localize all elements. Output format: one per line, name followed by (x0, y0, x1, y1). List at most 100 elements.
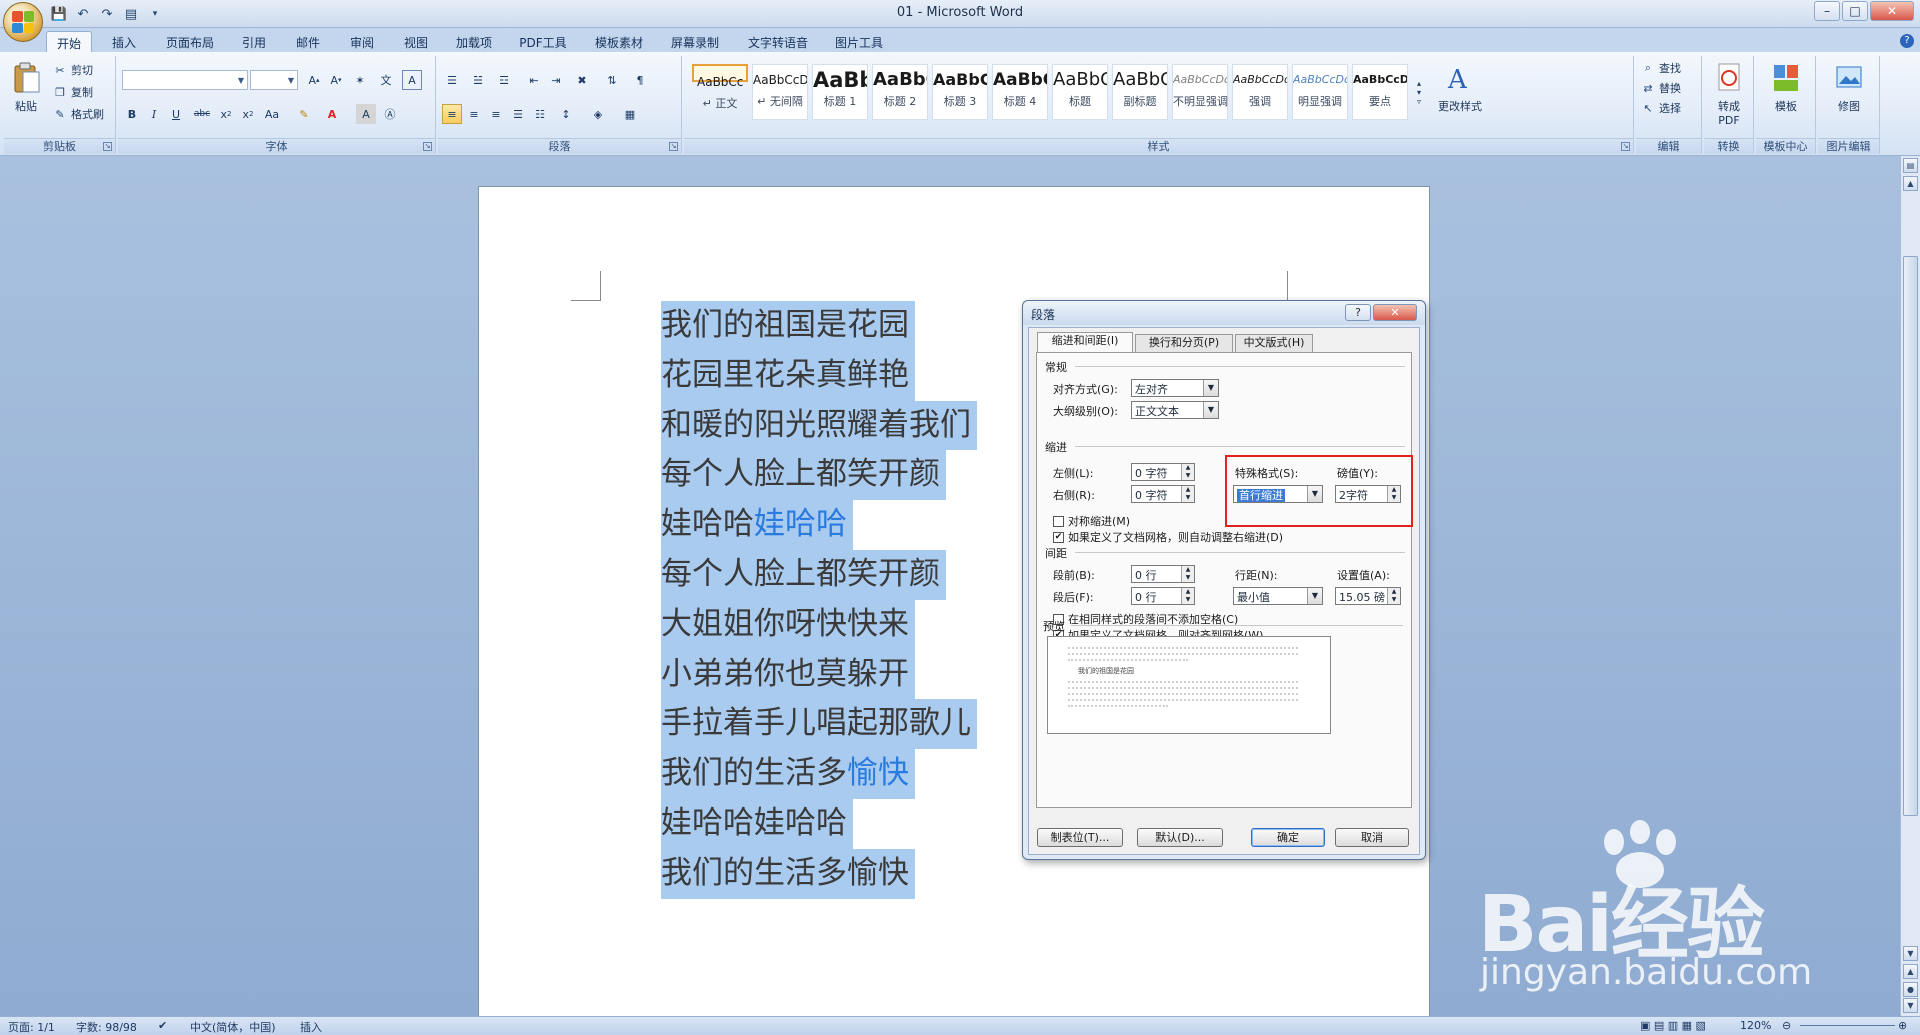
shading-icon[interactable]: ◈ (588, 104, 608, 124)
style-heading-4[interactable]: AaBbC 标题 4 (992, 64, 1048, 120)
style-intense-emphasis[interactable]: AaBbCcDd 明显强调 (1292, 64, 1348, 120)
style-strong[interactable]: AaBbCcDd 要点 (1352, 64, 1408, 120)
text-line[interactable]: 每个人脸上都笑开颜 (661, 549, 977, 600)
zoom-level[interactable]: 120% (1740, 1019, 1771, 1032)
proofing-icon[interactable]: ✔ (158, 1019, 167, 1032)
style-subtle-emphasis[interactable]: AaBbCcDd 不明显强调 (1172, 64, 1228, 120)
maximize-button[interactable]: □ (1842, 1, 1868, 21)
align-center-icon[interactable]: ≡ (464, 104, 484, 124)
cancel-button[interactable]: 取消 (1335, 828, 1409, 847)
superscript-icon[interactable]: x2 (238, 104, 258, 124)
ok-button[interactable]: 确定 (1251, 828, 1325, 847)
page-count[interactable]: 页面: 1/1 (8, 1019, 55, 1035)
office-button[interactable] (3, 2, 43, 42)
help-icon[interactable]: ? (1900, 34, 1914, 48)
line-spacing-select[interactable]: 最小值 ▼ (1233, 587, 1323, 605)
cut-button[interactable]: ✂ 剪切 (52, 62, 93, 78)
change-styles-button[interactable]: A 更改样式 (1430, 60, 1490, 136)
change-case-icon[interactable]: Aa (262, 104, 282, 124)
text-line[interactable]: 和暖的阳光照耀着我们 (661, 400, 977, 451)
grow-font-icon[interactable]: A ▴ (304, 70, 324, 90)
insert-mode[interactable]: 插入 (300, 1019, 322, 1035)
outline-level-select[interactable]: 正文文本 ▼ (1131, 401, 1219, 419)
bullets-icon[interactable]: ☰ (442, 70, 462, 90)
convert-pdf-button[interactable]: 转成PDF (1704, 60, 1754, 136)
text-line[interactable]: 小弟弟你也莫躲开 (661, 649, 977, 700)
tab-line-page-breaks[interactable]: 换行和分页(P) (1135, 334, 1233, 352)
document-body[interactable]: 我们的祖国是花园 花园里花朵真鲜艳 和暖的阳光照耀着我们 每个人脸上都笑开颜 娃… (661, 301, 977, 899)
tabs-button[interactable]: 制表位(T)... (1037, 828, 1123, 847)
paragraph-launcher-icon[interactable]: ↘ (669, 142, 678, 151)
scroll-down-icon[interactable]: ▼ (1903, 946, 1918, 961)
highlight-color-icon[interactable]: ✎ (294, 104, 314, 124)
style-no-spacing[interactable]: AaBbCcDd ↵ 无间隔 (752, 64, 808, 120)
text-line[interactable]: 大姐姐你呀快快来 (661, 599, 977, 650)
copy-button[interactable]: ❐ 复制 (52, 84, 93, 100)
spinner-arrows-icon[interactable]: ▲ ▼ (1181, 486, 1194, 502)
phonetic-guide-icon[interactable]: 文 (376, 70, 396, 90)
chinese-layout-icon[interactable]: ✖ (572, 70, 592, 90)
vertical-scrollbar[interactable]: ▤ ▲ ▼ ▲ ● ▼ (1900, 156, 1920, 1016)
font-name-combo[interactable]: ▼ (122, 70, 248, 90)
char-shading-icon[interactable]: A (356, 104, 376, 124)
tab-text-to-speech[interactable]: 文字转语音 (740, 31, 816, 52)
close-window-button[interactable]: ✕ (1870, 1, 1914, 21)
spinner-arrows-icon[interactable]: ▲ ▼ (1181, 566, 1194, 582)
shrink-font-icon[interactable]: A ▾ (326, 70, 346, 90)
next-page-icon[interactable]: ▼ (1903, 998, 1918, 1013)
tab-picture-tools[interactable]: 图片工具 (828, 31, 890, 52)
find-button[interactable]: ⌕ 查找 (1640, 60, 1681, 76)
font-launcher-icon[interactable]: ↘ (423, 142, 432, 151)
mirror-indents-checkbox[interactable]: 对称缩进(M) (1053, 513, 1130, 529)
tab-screen-record[interactable]: 屏幕录制 (664, 31, 726, 52)
tab-indent-spacing[interactable]: 缩进和间距(I) (1037, 332, 1133, 352)
set-default-button[interactable]: 默认(D)... (1137, 828, 1223, 847)
spacing-at-spinner[interactable]: 15.05 磅 ▲ ▼ (1335, 587, 1401, 605)
spinner-arrows-icon[interactable]: ▲ ▼ (1181, 588, 1194, 604)
word-count[interactable]: 字数: 98/98 (76, 1019, 137, 1035)
text-line[interactable]: 娃哈哈娃哈哈 (661, 500, 977, 550)
alignment-select[interactable]: 左对齐 ▼ (1131, 379, 1219, 397)
styles-launcher-icon[interactable]: ↘ (1621, 142, 1630, 151)
scroll-up-icon[interactable]: ▲ (1903, 176, 1918, 191)
distributed-icon[interactable]: ☷ (530, 104, 550, 124)
minimize-button[interactable]: – (1814, 1, 1840, 21)
text-line[interactable]: 我们的生活多愉快 (661, 749, 977, 799)
style-title[interactable]: AaBbC 标题 (1052, 64, 1108, 120)
clear-format-icon[interactable]: ✶ (350, 70, 370, 90)
scroll-thumb[interactable] (1903, 256, 1918, 816)
bold-icon[interactable]: B (122, 104, 142, 124)
char-border-icon[interactable]: A (402, 70, 422, 90)
tab-mailings[interactable]: 邮件 (288, 31, 328, 52)
font-size-combo[interactable]: ▼ (250, 70, 298, 90)
decrease-indent-icon[interactable]: ⇤ (524, 70, 544, 90)
tab-template-materials[interactable]: 模板素材 (588, 31, 650, 52)
style-emphasis[interactable]: AaBbCcDd 强调 (1232, 64, 1288, 120)
style-normal[interactable]: AaBbCcDd ↵ 正文 (692, 64, 748, 110)
clipboard-launcher-icon[interactable]: ↘ (103, 142, 112, 151)
font-color-icon[interactable]: A (322, 104, 342, 124)
space-after-spinner[interactable]: 0 行 ▲ ▼ (1131, 587, 1195, 605)
subscript-icon[interactable]: x2 (216, 104, 236, 124)
underline-icon[interactable]: U (166, 104, 186, 124)
italic-icon[interactable]: I (144, 104, 164, 124)
text-line[interactable]: 花园里花朵真鲜艳 (661, 350, 977, 401)
space-before-spinner[interactable]: 0 行 ▲ ▼ (1131, 565, 1195, 583)
tab-insert[interactable]: 插入 (104, 31, 144, 52)
dialog-help-button[interactable]: ? (1345, 304, 1371, 321)
spinner-arrows-icon[interactable]: ▲ ▼ (1181, 464, 1194, 480)
zoom-in-icon[interactable]: ⊕ (1898, 1019, 1907, 1032)
justify-icon[interactable]: ☰ (508, 104, 528, 124)
style-heading-2[interactable]: AaBbC 标题 2 (872, 64, 928, 120)
align-left-icon[interactable]: ≡ (442, 104, 462, 124)
template-button[interactable]: 模板 (1760, 60, 1812, 136)
language-indicator[interactable]: 中文(简体，中国) (190, 1019, 276, 1035)
zoom-out-icon[interactable]: ⊖ (1782, 1019, 1791, 1032)
strikethrough-icon[interactable]: abc (192, 104, 212, 124)
align-right-icon[interactable]: ≡ (486, 104, 506, 124)
left-indent-spinner[interactable]: 0 字符 ▲ ▼ (1131, 463, 1195, 481)
dialog-close-button[interactable]: ✕ (1373, 304, 1417, 321)
text-line[interactable]: 娃哈哈娃哈哈 (661, 798, 977, 849)
zoom-slider[interactable] (1800, 1025, 1895, 1026)
view-buttons-icon[interactable]: ▣ ▤ ▥ ▦ ▧ (1640, 1019, 1706, 1032)
